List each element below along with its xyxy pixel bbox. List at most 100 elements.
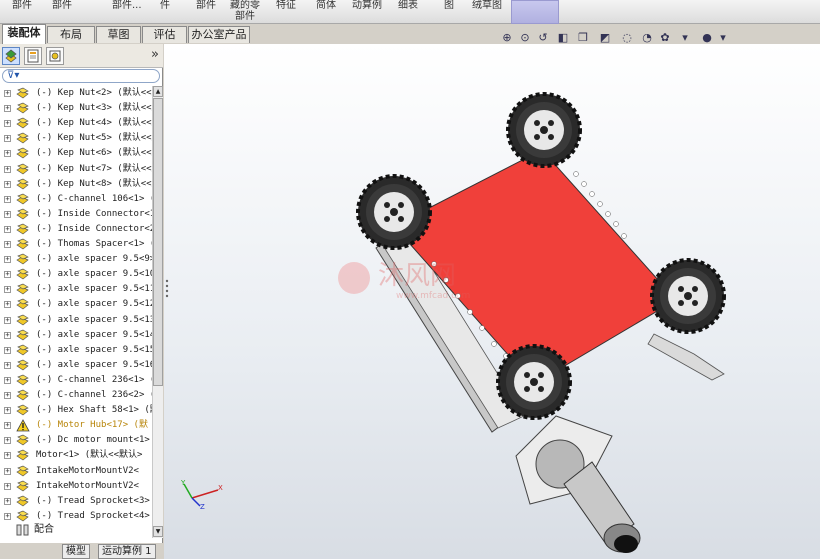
configuration-manager-tab-button[interactable] <box>46 47 64 65</box>
tree-item[interactable]: + (-) Inside Connector<2> <box>0 222 152 237</box>
tree-item[interactable]: + (-) C-channel 236<2> ( <box>0 388 152 403</box>
lights-icon[interactable]: ● <box>700 31 714 45</box>
expand-toggle-icon[interactable]: + <box>4 316 11 324</box>
expand-toggle-icon[interactable]: + <box>4 180 11 188</box>
ribbon-button-6[interactable]: 特征 <box>276 0 296 24</box>
tab-assembly[interactable]: 装配体 <box>2 24 46 44</box>
tree-item[interactable]: + (-) Hex Shaft 58<1> (默 <box>0 403 152 418</box>
expand-toggle-icon[interactable]: + <box>4 452 11 460</box>
view-settings-icon[interactable]: ▾ <box>678 31 692 45</box>
expand-toggle-icon[interactable]: + <box>4 392 11 399</box>
view-orientation-icon[interactable]: ❐ <box>576 31 590 45</box>
dropdown-chevron-icon[interactable]: ▾ <box>716 31 730 45</box>
expand-toggle-icon[interactable]: + <box>4 241 11 248</box>
tree-item[interactable]: + (-) axle spacer 9.5<12> <box>0 297 152 312</box>
expand-toggle-icon[interactable]: + <box>4 346 11 354</box>
ribbon-active-button[interactable] <box>511 0 559 24</box>
expand-toggle-icon[interactable]: + <box>4 301 11 309</box>
expand-toggle-icon[interactable]: + <box>4 497 11 505</box>
tree-item[interactable]: + (-) axle spacer 9.5<13> <box>0 313 152 328</box>
ribbon-button-0[interactable]: 部件 <box>12 0 32 24</box>
expand-toggle-icon[interactable]: + <box>4 467 11 475</box>
robot-assembly-model[interactable]: 沐风网 www.mfcad.com <box>164 44 820 559</box>
expand-toggle-icon[interactable]: + <box>4 361 11 369</box>
tree-item[interactable]: + (-) Kep Nut<6> (默认<<默 <box>0 146 152 161</box>
section-view-icon[interactable]: ◧ <box>556 31 570 45</box>
ribbon-button-2[interactable]: 部件... <box>112 0 142 24</box>
apply-scene-icon[interactable]: ✿ <box>658 31 672 45</box>
tree-item[interactable]: + (-) C-channel 236<1> ( <box>0 373 152 388</box>
ribbon-button-3[interactable]: 件 <box>160 0 170 24</box>
expand-toggle-icon[interactable]: + <box>4 512 11 520</box>
tab-model[interactable]: 模型 <box>62 544 90 559</box>
expand-toggle-icon[interactable]: + <box>4 195 11 203</box>
tree-item[interactable]: + (-) axle spacer 9.5<11> <box>0 282 152 297</box>
tree-item[interactable]: + (-) axle spacer 9.5<9> <box>0 252 152 267</box>
tree-item[interactable]: + (-) Kep Nut<2> (默认<<默 <box>0 86 152 101</box>
zoom-to-area-icon[interactable]: ⊙ <box>518 31 532 45</box>
tree-item[interactable]: + Motor<1> (默认<<默认> <box>0 448 152 463</box>
ribbon-button-7[interactable]: 简体 <box>316 0 336 24</box>
tab-layout[interactable]: 布局 <box>47 26 95 43</box>
expand-toggle-icon[interactable]: + <box>4 256 11 264</box>
tab-motion-study-1[interactable]: 运动算例 1 <box>98 544 156 559</box>
tree-item[interactable]: + IntakeMotorMountV2< <box>0 464 152 479</box>
tree-item[interactable]: + (-) Kep Nut<4> (默认<<默 <box>0 116 152 131</box>
expand-toggle-icon[interactable]: + <box>4 165 11 173</box>
expand-toggle-icon[interactable]: + <box>4 105 11 113</box>
expand-toggle-icon[interactable]: + <box>4 90 11 97</box>
expand-toggle-icon[interactable]: + <box>4 407 11 415</box>
expand-toggle-icon[interactable]: + <box>4 225 11 233</box>
property-manager-tab-button[interactable] <box>24 47 42 65</box>
tree-scrollbar[interactable]: ▲ ▼ <box>152 86 163 538</box>
tree-item[interactable]: + (-) Kep Nut<8> (默认<<默 <box>0 177 152 192</box>
scroll-down-button[interactable]: ▼ <box>153 526 163 537</box>
tree-item[interactable]: + (-) axle spacer 9.5<16> <box>0 358 152 373</box>
expand-toggle-icon[interactable]: + <box>4 135 11 143</box>
expand-toggle-icon[interactable]: + <box>4 376 11 384</box>
expand-toggle-icon[interactable]: + <box>4 271 11 279</box>
expand-toggle-icon[interactable]: + <box>4 150 11 158</box>
expand-toggle-icon[interactable]: + <box>4 437 11 445</box>
ribbon-button-1[interactable]: 部件 <box>52 0 72 24</box>
scroll-thumb[interactable] <box>153 98 163 386</box>
tree-item[interactable]: + (-) axle spacer 9.5<15> <box>0 343 152 358</box>
tree-item[interactable]: + (-) Motor Hub<17> (默 <box>0 418 152 433</box>
filter-funnel-icon[interactable]: ⊽▾ <box>7 70 19 81</box>
expand-toggle-icon[interactable]: + <box>4 331 11 339</box>
zoom-to-fit-icon[interactable]: ⊕ <box>500 31 514 45</box>
tree-item[interactable]: + (-) Dc motor mount<1> ( <box>0 433 152 448</box>
expand-toggle-icon[interactable]: + <box>4 422 11 430</box>
ribbon-button-10[interactable]: 图 <box>444 0 454 24</box>
ribbon-button-8[interactable]: 动算例 <box>352 0 382 24</box>
expand-toggle-icon[interactable]: + <box>4 210 11 218</box>
tab-office-products[interactable]: 办公室产品 <box>188 26 250 43</box>
scroll-up-button[interactable]: ▲ <box>153 86 163 97</box>
tree-item[interactable]: + (-) Inside Connector<1> <box>0 207 152 222</box>
tab-evaluate[interactable]: 评估 <box>142 26 187 43</box>
previous-view-icon[interactable]: ↺ <box>536 31 550 45</box>
tree-item[interactable]: + (-) axle spacer 9.5<10> <box>0 267 152 282</box>
mates-folder[interactable]: 配合 <box>0 522 152 538</box>
ribbon-button-4[interactable]: 部件 <box>196 0 216 24</box>
tab-sketch[interactable]: 草图 <box>96 26 141 43</box>
expand-toggle-icon[interactable]: + <box>4 120 11 128</box>
ribbon-button-11[interactable]: 绒草图 <box>472 0 502 24</box>
ribbon-button-5[interactable]: 藏的零 部件 <box>230 0 260 24</box>
tree-item[interactable]: + (-) C-channel 106<1> (默 <box>0 192 152 207</box>
edit-appearance-icon[interactable]: ◔ <box>640 31 654 45</box>
tree-item[interactable]: + (-) Kep Nut<5> (默认<<默 <box>0 131 152 146</box>
tree-item[interactable]: + (-) Tread Sprocket<3> ( <box>0 494 152 509</box>
tree-item[interactable]: + IntakeMotorMountV2< <box>0 479 152 494</box>
tree-item[interactable]: + (-) axle spacer 9.5<14> <box>0 328 152 343</box>
tree-item[interactable]: + (-) Kep Nut<7> (默认<<默 <box>0 162 152 177</box>
display-style-icon[interactable]: ◩ <box>598 31 612 45</box>
panel-more-chevron-icon[interactable]: » <box>151 47 159 62</box>
expand-toggle-icon[interactable]: + <box>4 482 11 490</box>
expand-toggle-icon[interactable]: + <box>4 286 11 294</box>
tree-item[interactable]: + (-) Thomas Spacer<1> (默 <box>0 237 152 252</box>
hide-show-items-icon[interactable]: ◌ <box>620 31 634 45</box>
tree-filter-input[interactable]: ⊽▾ <box>2 69 160 83</box>
ribbon-button-9[interactable]: 细表 <box>398 0 418 24</box>
tree-item[interactable]: + (-) Kep Nut<3> (默认<<默 <box>0 101 152 116</box>
